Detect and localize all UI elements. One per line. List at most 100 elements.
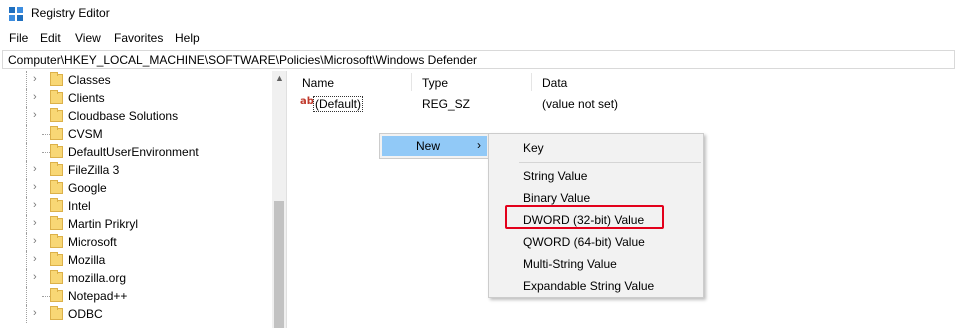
tree-line — [26, 179, 28, 197]
tree-item[interactable]: › Intel — [0, 197, 272, 215]
tree-line — [26, 233, 28, 251]
tree-line — [26, 125, 28, 143]
tree-item-label: Microsoft — [68, 235, 117, 249]
tree-item-label: ODBC — [68, 307, 103, 321]
chevron-right-icon[interactable]: › — [33, 91, 37, 103]
folder-icon — [50, 162, 63, 176]
menu-file[interactable]: File — [9, 31, 28, 45]
tree-connector — [42, 134, 50, 135]
title-bar: Registry Editor — [0, 0, 958, 28]
tree-item[interactable]: Notepad++ — [0, 287, 272, 305]
tree-item[interactable]: › ODBC — [0, 305, 272, 323]
menu-separator — [519, 162, 701, 163]
context-menu: New › — [379, 133, 489, 159]
value-row[interactable]: ab (Default) REG_SZ (value not set) — [289, 95, 958, 113]
tree-pane[interactable]: › Classes › Clients › Cloudbase Solution… — [0, 71, 287, 328]
tree-connector — [42, 296, 50, 297]
tree-scrollbar[interactable]: ▲ — [272, 71, 286, 328]
chevron-right-icon[interactable]: › — [33, 163, 37, 175]
menu-item-binary-value[interactable]: Binary Value — [523, 191, 590, 205]
folder-icon — [50, 126, 63, 140]
menu-help[interactable]: Help — [175, 31, 200, 45]
tree-item-label: Notepad++ — [68, 289, 128, 303]
tree-item-label: Clients — [68, 91, 105, 105]
folder-icon — [50, 288, 63, 302]
folder-icon — [50, 90, 63, 104]
tree-item-label: Intel — [68, 199, 91, 213]
tree-item-label: Classes — [68, 73, 111, 87]
tree-item[interactable]: › Mozilla — [0, 251, 272, 269]
menu-item-qword-value[interactable]: QWORD (64-bit) Value — [523, 235, 645, 249]
address-bar[interactable]: Computer\HKEY_LOCAL_MACHINE\SOFTWARE\Pol… — [2, 50, 955, 69]
column-divider[interactable] — [411, 73, 412, 91]
menu-favorites[interactable]: Favorites — [114, 31, 163, 45]
column-header-type[interactable]: Type — [422, 76, 448, 90]
column-header-name[interactable]: Name — [302, 76, 334, 90]
scroll-up-arrow-icon[interactable]: ▲ — [275, 73, 284, 83]
tree-item[interactable]: CVSM — [0, 125, 272, 143]
tree-item-label: DefaultUserEnvironment — [68, 145, 199, 159]
folder-icon — [50, 72, 63, 86]
chevron-right-icon[interactable]: › — [33, 307, 37, 319]
menu-item-string-value[interactable]: String Value — [523, 169, 587, 183]
tree-item-label: Google — [68, 181, 107, 195]
folder-icon — [50, 144, 63, 158]
tree-item[interactable]: › Classes — [0, 71, 272, 89]
chevron-right-icon[interactable]: › — [33, 217, 37, 229]
chevron-right-icon[interactable]: › — [33, 271, 37, 283]
tree-item[interactable]: › Google — [0, 179, 272, 197]
string-value-icon: ab — [300, 96, 314, 107]
tree-item[interactable]: › Cloudbase Solutions — [0, 107, 272, 125]
tree-item-label: mozilla.org — [68, 271, 127, 285]
menu-bar: File Edit View Favorites Help — [0, 30, 958, 48]
chevron-right-icon[interactable]: › — [33, 181, 37, 193]
tree-line — [26, 161, 28, 179]
tree-item-label: Martin Prikryl — [68, 217, 139, 231]
tree-item[interactable]: › Microsoft — [0, 233, 272, 251]
tree-item[interactable]: › Martin Prikryl — [0, 215, 272, 233]
tree-line — [26, 197, 28, 215]
folder-icon — [50, 306, 63, 320]
highlight-annotation — [505, 205, 664, 229]
value-data: (value not set) — [542, 97, 619, 111]
folder-icon — [50, 270, 63, 284]
folder-icon — [50, 198, 63, 212]
window-title: Registry Editor — [31, 6, 110, 20]
tree-item[interactable]: › FileZilla 3 — [0, 161, 272, 179]
tree-line — [26, 269, 28, 287]
tree-line — [26, 71, 28, 89]
menu-item-expandable-string-value[interactable]: Expandable String Value — [523, 279, 654, 293]
chevron-right-icon[interactable]: › — [33, 109, 37, 121]
chevron-right-icon[interactable]: › — [33, 199, 37, 211]
chevron-right-icon: › — [477, 138, 481, 152]
address-path: Computer\HKEY_LOCAL_MACHINE\SOFTWARE\Pol… — [8, 53, 478, 67]
tree-connector — [42, 152, 50, 153]
tree-line — [26, 89, 28, 107]
folder-icon — [50, 108, 63, 122]
chevron-right-icon[interactable]: › — [33, 253, 37, 265]
tree-line — [26, 287, 28, 305]
menu-item-new[interactable]: New › — [382, 136, 487, 156]
scrollbar-thumb[interactable] — [274, 201, 284, 328]
column-divider[interactable] — [531, 73, 532, 91]
menu-item-new-label: New — [416, 139, 441, 153]
tree-line — [26, 305, 28, 323]
value-type: REG_SZ — [422, 97, 471, 111]
tree-item[interactable]: DefaultUserEnvironment — [0, 143, 272, 161]
tree-item-label: FileZilla 3 — [68, 163, 120, 177]
menu-item-key[interactable]: Key — [523, 141, 544, 155]
menu-view[interactable]: View — [75, 31, 101, 45]
chevron-right-icon[interactable]: › — [33, 235, 37, 247]
tree-item-label: Mozilla — [68, 253, 106, 267]
chevron-right-icon[interactable]: › — [33, 73, 37, 85]
tree-line — [26, 251, 28, 269]
menu-edit[interactable]: Edit — [40, 31, 61, 45]
column-header-data[interactable]: Data — [542, 76, 567, 90]
tree-line — [26, 143, 28, 161]
tree-item[interactable]: › Clients — [0, 89, 272, 107]
value-name: (Default) — [313, 96, 364, 112]
folder-icon — [50, 180, 63, 194]
tree-item-label: Cloudbase Solutions — [68, 109, 179, 123]
tree-item[interactable]: › mozilla.org — [0, 269, 272, 287]
menu-item-multi-string-value[interactable]: Multi-String Value — [523, 257, 617, 271]
